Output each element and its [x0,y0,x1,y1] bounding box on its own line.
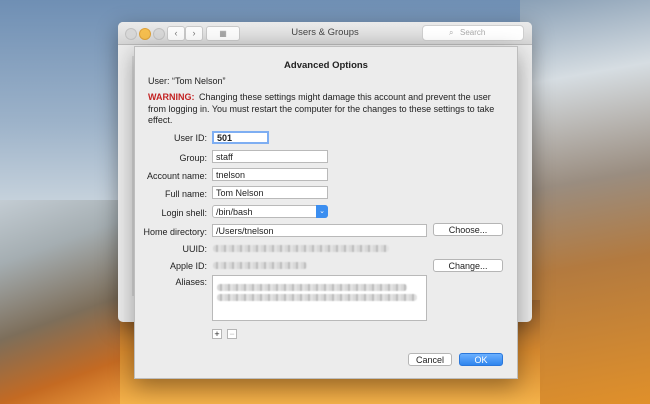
user-id-label: User ID: [173,133,207,143]
home-directory-label: Home directory: [143,227,207,237]
remove-alias-button[interactable]: − [227,329,237,339]
group-label: Group: [179,153,207,163]
search-placeholder: Search [460,28,486,37]
login-shell-popup[interactable]: /bin/bash ⌄ [212,205,328,218]
alias-item-blurred [217,284,407,291]
home-directory-field[interactable]: /Users/tnelson [212,224,427,237]
alias-item-blurred [217,294,417,301]
aliases-list[interactable] [212,275,427,321]
uuid-label: UUID: [182,244,208,254]
login-shell-label: Login shell: [161,208,207,218]
advanced-options-sheet: Advanced Options User: “Tom Nelson” WARN… [134,46,518,379]
search-icon: ⌕ [449,28,454,37]
user-name-line: User: “Tom Nelson” [148,76,226,86]
group-field[interactable]: staff [212,150,328,163]
sheet-title: Advanced Options [284,60,368,71]
window-titlebar: ‹ › ▦ Users & Groups ⌕ Search [118,22,532,45]
search-input[interactable]: ⌕ Search [422,25,524,41]
ok-button[interactable]: OK [459,353,503,366]
warning-text: Changing these settings might damage thi… [148,92,495,125]
aliases-label: Aliases: [175,277,207,287]
uuid-value-blurred [213,245,389,252]
change-button[interactable]: Change... [433,259,503,272]
account-name-field[interactable]: tnelson [212,168,328,181]
warning-label: WARNING: [148,92,195,102]
full-name-label: Full name: [164,189,207,199]
full-name-field[interactable]: Tom Nelson [212,186,328,199]
account-name-label: Account name: [146,171,207,181]
choose-button[interactable]: Choose... [433,223,503,236]
cancel-button[interactable]: Cancel [408,353,452,366]
add-alias-button[interactable]: + [212,329,222,339]
apple-id-value-blurred [213,262,307,269]
apple-id-label: Apple ID: [169,261,207,271]
warning-message: WARNING: Changing these settings might d… [148,92,508,127]
chevron-down-icon: ⌄ [316,205,328,218]
user-id-field[interactable]: 501 [212,131,269,144]
login-shell-value: /bin/bash [216,207,253,217]
